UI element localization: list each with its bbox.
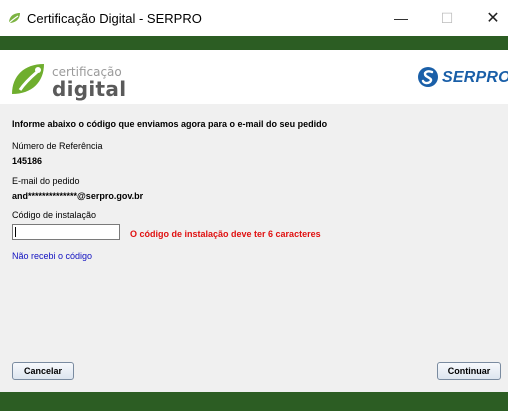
- title-bar: Certificação Digital - SERPRO — ☐ ✕: [0, 0, 508, 36]
- error-message: O código de instalação deve ter 6 caract…: [130, 229, 321, 239]
- text-caret: [15, 227, 16, 237]
- minimize-icon: —: [394, 10, 408, 26]
- email-label: E-mail do pedido: [12, 176, 80, 186]
- minimize-button[interactable]: —: [378, 0, 424, 36]
- email-value: and**************@serpro.gov.br: [12, 191, 144, 201]
- certificacao-digital-logo-icon: [12, 64, 44, 94]
- top-green-band: [0, 36, 508, 50]
- reference-value: 145186: [12, 156, 43, 166]
- logo-big-text: digital: [52, 77, 127, 101]
- app-leaf-icon: [8, 13, 20, 24]
- reference-label: Número de Referência: [12, 141, 103, 151]
- close-button[interactable]: ✕: [470, 0, 508, 36]
- continue-button[interactable]: Continuar: [437, 362, 501, 380]
- install-code-input[interactable]: [12, 224, 120, 240]
- maximize-button[interactable]: ☐: [424, 0, 470, 36]
- serpro-logo-icon: [418, 67, 438, 87]
- install-code-label: Código de instalação: [12, 210, 97, 220]
- header-banner: certificação digital SERPRO: [0, 50, 508, 104]
- cancel-button[interactable]: Cancelar: [12, 362, 74, 380]
- instruction-text: Informe abaixo o código que enviamos ago…: [12, 119, 328, 129]
- maximize-icon: ☐: [440, 9, 454, 26]
- continue-button-label: Continuar: [447, 366, 491, 376]
- dialog-window: Certificação Digital - SERPRO — ☐ ✕ cert…: [0, 0, 508, 411]
- cancel-button-label: Cancelar: [23, 366, 63, 376]
- bottom-green-band: [0, 392, 508, 411]
- window-title: Certificação Digital - SERPRO: [27, 11, 202, 26]
- serpro-brand-text: SERPRO: [442, 69, 508, 86]
- resend-code-link[interactable]: Não recebi o código: [12, 251, 92, 261]
- close-icon: ✕: [486, 10, 500, 27]
